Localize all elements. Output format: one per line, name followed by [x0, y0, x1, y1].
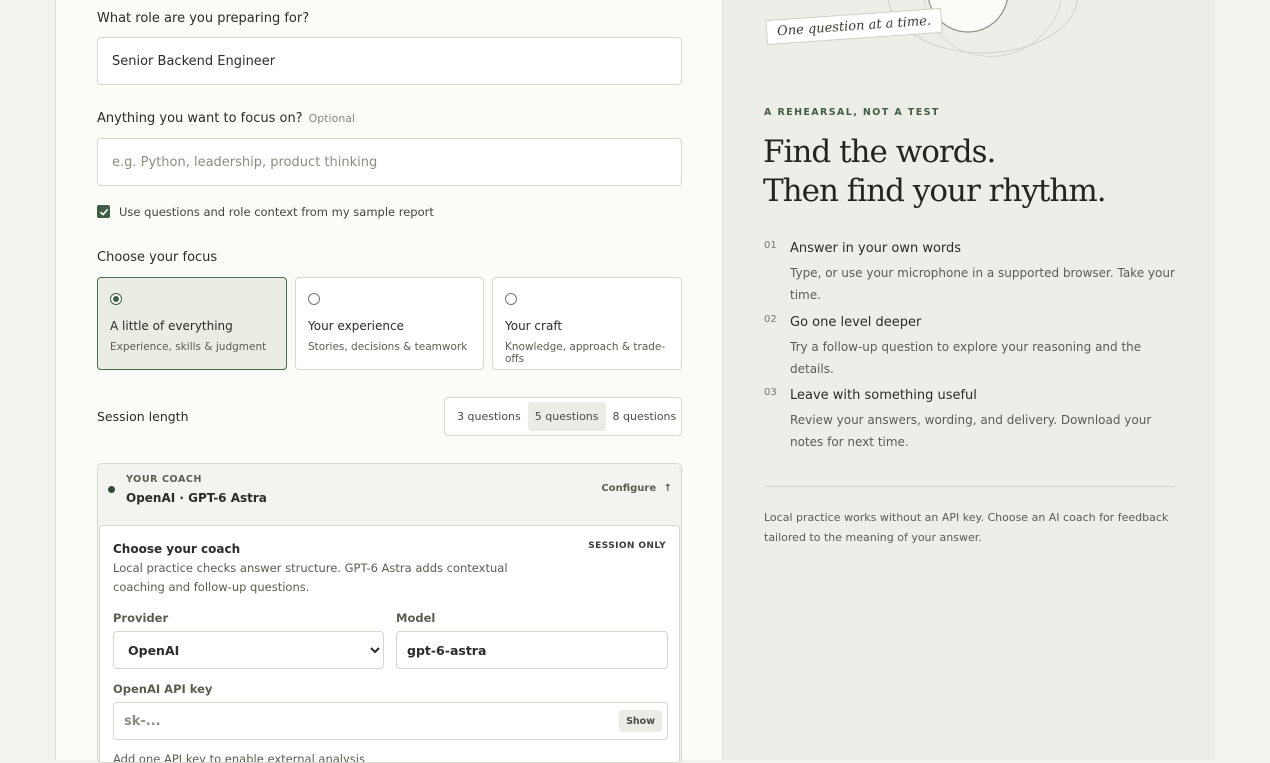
footer-line-2: tailored to the meaning of your answer.	[764, 531, 982, 544]
step-title: Go one level deeper	[790, 315, 922, 330]
optional-tag: Optional	[308, 112, 356, 125]
step-number: 01	[764, 240, 777, 251]
api-key-input[interactable]	[113, 702, 668, 740]
focus-option-title: Your craft	[505, 319, 563, 333]
check-icon	[99, 208, 108, 216]
choose-coach-title: Choose your coach	[113, 542, 241, 556]
coach-desc-line-2: coaching and follow-up questions.	[113, 580, 310, 594]
session-only-badge: SESSION ONLY	[588, 541, 666, 551]
headline-line-2: Then find your rhythm.	[763, 173, 1107, 209]
step-desc: Type, or use your microphone in a suppor…	[790, 266, 1175, 302]
api-key-label: OpenAI API key	[113, 682, 213, 696]
provider-select[interactable]: OpenAI	[113, 631, 384, 669]
coach-value: OpenAI · GPT-6 Astra	[126, 491, 267, 505]
aside-footer: Local practice works without an API key.…	[764, 508, 1168, 548]
status-dot	[108, 486, 115, 493]
setup-form: What role are you preparing for? Anythin…	[56, 0, 722, 763]
step-desc: Review your answers, wording, and delive…	[790, 413, 1152, 449]
radio-button[interactable]	[505, 293, 517, 305]
configure-button[interactable]: Configure ↑	[601, 483, 672, 494]
focus-option-title: Your experience	[308, 319, 404, 333]
focus-option-craft[interactable]: Your craft Knowledge, approach & trade-o…	[492, 277, 682, 370]
session-option-5[interactable]: 5 questions	[527, 402, 606, 431]
focus-label-text: Anything you want to focus on?	[97, 111, 303, 126]
divider	[764, 486, 1175, 487]
footer-line-1: Local practice works without an API key.…	[764, 511, 1169, 524]
aside-panel: One question at a time. A REHEARSAL, NOT…	[722, 0, 1215, 760]
step-number: 03	[764, 387, 777, 398]
focus-option-everything[interactable]: A little of everything Experience, skill…	[97, 277, 287, 370]
show-key-button[interactable]: Show	[619, 710, 662, 732]
aside-eyebrow: A REHEARSAL, NOT A TEST	[764, 107, 940, 118]
session-length-label: Session length	[97, 409, 189, 424]
coach-config: Choose your coach SESSION ONLY Local pra…	[99, 525, 680, 763]
step-number: 02	[764, 314, 777, 325]
focus-option-subtitle: Knowledge, approach & trade-offs	[505, 341, 666, 365]
provider-label: Provider	[113, 611, 169, 625]
model-input[interactable]	[396, 631, 668, 669]
focus-option-subtitle: Stories, decisions & teamwork	[308, 341, 468, 353]
coach-caption: YOUR COACH	[126, 474, 203, 485]
sample-report-label: Use questions and role context from my s…	[119, 205, 434, 219]
step-title: Leave with something useful	[790, 388, 977, 403]
configure-label: Configure	[601, 483, 657, 494]
aside-headline: Find the words. Then find your rhythm.	[763, 133, 1107, 211]
coach-panel: YOUR COACH OpenAI · GPT-6 Astra Configur…	[97, 463, 682, 763]
role-label: What role are you preparing for?	[97, 11, 310, 26]
sample-report-checkbox[interactable]	[97, 205, 110, 218]
radio-button[interactable]	[110, 293, 122, 305]
focus-option-subtitle: Experience, skills & judgment	[110, 341, 267, 353]
step-title: Answer in your own words	[790, 241, 962, 256]
coach-desc-line-1: Local practice checks answer structure. …	[113, 561, 508, 575]
session-length-control: 3 questions 5 questions 8 questions	[444, 397, 682, 436]
api-key-field: Show	[113, 702, 668, 740]
focus-input[interactable]	[97, 138, 682, 186]
session-option-8[interactable]: 8 questions	[606, 402, 684, 431]
step-desc: Try a follow-up question to explore your…	[790, 340, 1142, 376]
focus-label: Anything you want to focus on? Optional	[97, 111, 355, 126]
role-input[interactable]	[97, 37, 682, 85]
focus-option-experience[interactable]: Your experience Stories, decisions & tea…	[295, 277, 484, 370]
api-hint: Add one API key to enable external analy…	[113, 752, 365, 763]
arrow-up-icon: ↑	[663, 483, 672, 494]
page: What role are you preparing for? Anythin…	[55, 0, 1215, 763]
choose-focus-label: Choose your focus	[97, 250, 218, 265]
radio-button[interactable]	[308, 293, 320, 305]
model-label: Model	[396, 611, 436, 625]
headline-line-1: Find the words.	[763, 134, 996, 170]
focus-option-title: A little of everything	[110, 319, 233, 333]
session-option-3[interactable]: 3 questions	[450, 402, 528, 431]
